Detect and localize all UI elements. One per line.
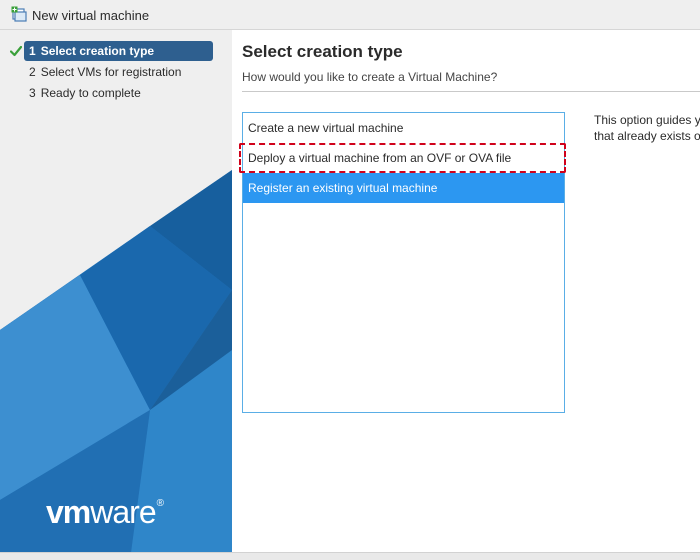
logo-ware-text: ware <box>90 494 156 530</box>
sidebar-background-art <box>0 170 232 560</box>
option-register-existing-vm[interactable]: Register an existing virtual machine <box>243 173 564 203</box>
step-number: 1 <box>29 44 36 58</box>
page-subtitle: How would you like to create a Virtual M… <box>242 70 498 84</box>
new-vm-icon <box>11 6 28 23</box>
header-divider <box>242 91 700 92</box>
step-select-vms-for-registration[interactable]: 2 Select VMs for registration <box>24 62 213 82</box>
description-line: This option guides y <box>594 113 700 127</box>
step-label: Ready to complete <box>40 86 141 100</box>
step-select-creation-type[interactable]: 1 Select creation type <box>24 41 213 61</box>
description-line: that already exists o <box>594 129 700 143</box>
wizard-content: Select creation type How would you like … <box>232 30 700 560</box>
logo-vm-text: vm <box>46 494 91 530</box>
wizard-sidebar: 1 Select creation type 2 Select VMs for re… <box>0 30 232 560</box>
window-bottom-edge <box>0 552 700 560</box>
option-create-new-vm[interactable]: Create a new virtual machine <box>243 113 564 143</box>
creation-type-list[interactable]: Create a new virtual machine Deploy a vi… <box>242 112 565 413</box>
step-ready-to-complete[interactable]: 3 Ready to complete <box>24 83 213 103</box>
check-icon <box>9 44 23 57</box>
page-title: Select creation type <box>242 42 403 61</box>
new-vm-wizard-window: New virtual machine 1 Select creation typ… <box>0 0 700 560</box>
vmware-logo: vmware® <box>46 494 164 531</box>
option-description: This option guides y that already exists… <box>594 112 700 144</box>
window-title: New virtual machine <box>32 8 150 23</box>
step-number: 2 <box>29 65 36 79</box>
step-label: Select creation type <box>40 44 155 58</box>
step-number: 3 <box>29 86 36 100</box>
logo-registered-mark: ® <box>156 498 164 509</box>
option-deploy-ovf-ova[interactable]: Deploy a virtual machine from an OVF or … <box>243 143 564 173</box>
title-bar[interactable]: New virtual machine <box>0 0 700 30</box>
step-label: Select VMs for registration <box>40 65 182 79</box>
